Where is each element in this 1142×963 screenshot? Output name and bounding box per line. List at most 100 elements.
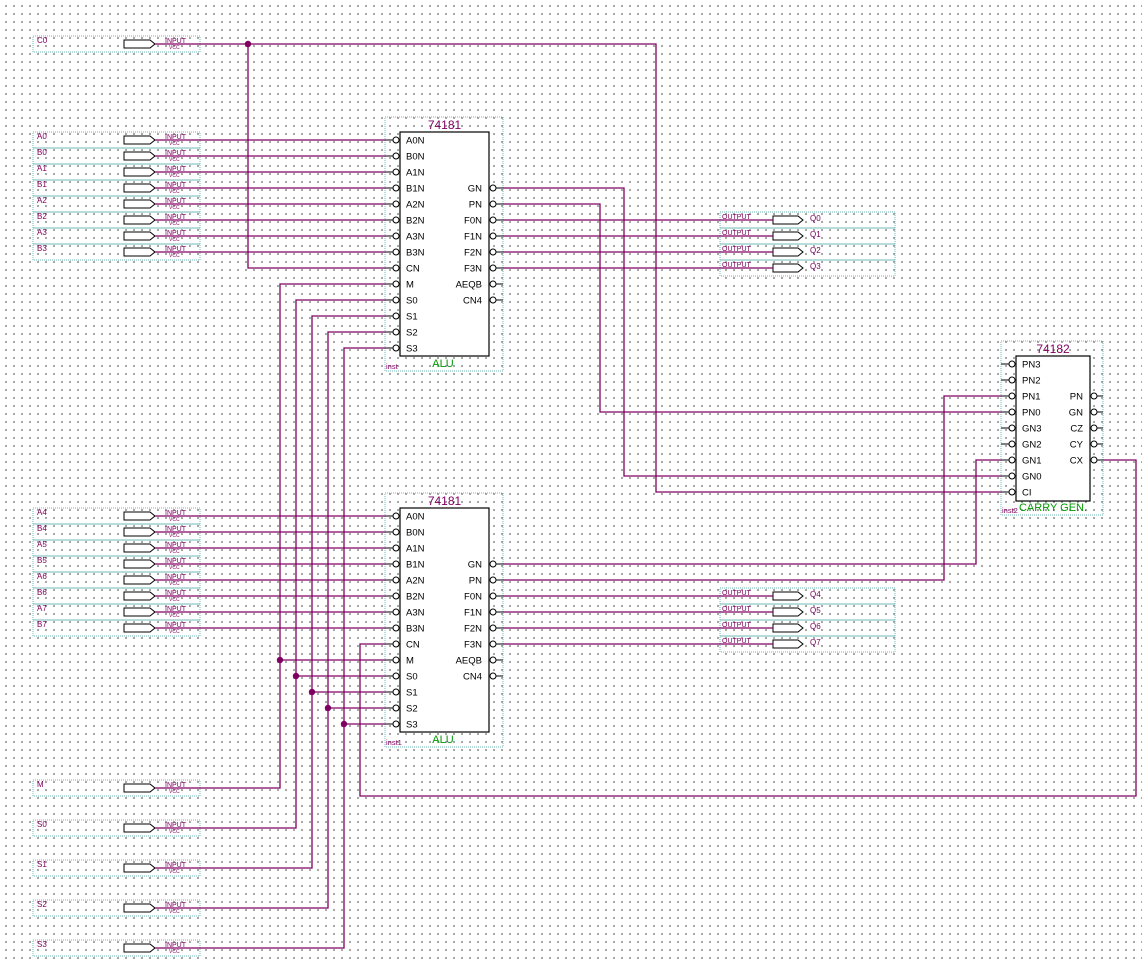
port-label-f2n: F2N bbox=[464, 624, 482, 635]
input-pin-symbol bbox=[123, 511, 156, 521]
port-label-b3n: B3N bbox=[406, 624, 425, 635]
port-label-pn: PN bbox=[469, 576, 482, 587]
input-pin-symbol bbox=[123, 135, 156, 145]
input-pin-s2[interactable]: S2 INPUTVCC bbox=[32, 899, 201, 917]
pin-name-label: Q1 bbox=[810, 230, 821, 239]
input-pin-a2[interactable]: A2 INPUTVCC bbox=[32, 195, 201, 213]
port-label-s0: S0 bbox=[406, 672, 418, 683]
input-pin-b1[interactable]: B1 INPUTVCC bbox=[32, 179, 201, 197]
pin-name-label: S0 bbox=[37, 820, 47, 829]
port-label-m: M bbox=[406, 656, 414, 667]
output-pin-symbol bbox=[772, 263, 804, 273]
input-pin-a5[interactable]: A5 INPUTVCC bbox=[32, 539, 201, 557]
inversion-bubble bbox=[1090, 440, 1098, 448]
output-pin-q4[interactable]: OUTPUT Q4 bbox=[719, 587, 896, 605]
input-pin-s1[interactable]: S1 INPUTVCC bbox=[32, 859, 201, 877]
input-pin-b0[interactable]: B0 INPUTVCC bbox=[32, 147, 201, 165]
carry-generator-chip[interactable]: 74182 CARRY GEN.inst2 PN3 PN2 PN1 PN0 GN3 GN2 GN… bbox=[1000, 340, 1104, 516]
inversion-bubble bbox=[392, 312, 400, 320]
input-pin-b6[interactable]: B6 INPUTVCC bbox=[32, 587, 201, 605]
port-label-b3n: B3N bbox=[406, 248, 425, 259]
port-label-a2n: A2N bbox=[406, 576, 425, 587]
wires-layer bbox=[200, 43, 1137, 949]
port-label-s3: S3 bbox=[406, 344, 418, 355]
input-pin-b5[interactable]: B5 INPUTVCC bbox=[32, 555, 201, 573]
wire bbox=[200, 315, 385, 869]
input-pin-symbol bbox=[123, 199, 156, 209]
output-pin-q2[interactable]: OUTPUT Q2 bbox=[719, 243, 896, 261]
input-pin-b3[interactable]: B3 INPUTVCC bbox=[32, 243, 201, 261]
input-pin-b4[interactable]: B4 INPUTVCC bbox=[32, 523, 201, 541]
output-pin-symbol bbox=[772, 215, 804, 225]
input-pin-symbol bbox=[123, 39, 156, 49]
pin-name-label: B5 bbox=[37, 556, 47, 565]
port-label-cn4: CN4 bbox=[463, 296, 482, 307]
input-pin-a4[interactable]: A4 INPUTVCC bbox=[32, 507, 201, 525]
input-pin-a1[interactable]: A1 INPUTVCC bbox=[32, 163, 201, 181]
input-pin-a7[interactable]: A7 INPUTVCC bbox=[32, 603, 201, 621]
pin-default-label: VCC bbox=[169, 909, 180, 915]
pin-name-label: Q0 bbox=[810, 214, 821, 223]
inversion-bubble bbox=[392, 544, 400, 552]
wire-junction-dot bbox=[340, 720, 348, 728]
port-label-m: M bbox=[406, 280, 414, 291]
port-label-cn: CN bbox=[406, 640, 420, 651]
pin-name-label: A0 bbox=[37, 132, 47, 141]
wire-junction-dot bbox=[276, 656, 284, 664]
input-pin-m[interactable]: M INPUTVCC bbox=[32, 779, 201, 797]
input-pin-a3[interactable]: A3 INPUTVCC bbox=[32, 227, 201, 245]
pin-name-label: A1 bbox=[37, 164, 47, 173]
port-label-b2n: B2N bbox=[406, 216, 425, 227]
input-pin-symbol bbox=[123, 151, 156, 161]
chip-part-number: 74182 bbox=[1036, 342, 1070, 356]
inversion-bubble bbox=[489, 232, 497, 240]
inversion-bubble bbox=[392, 720, 400, 728]
schematic-canvas[interactable]: C0 INPUTVCC A0 INPUTVCCB0 INPUTVCCA1 INPUTVCC… bbox=[0, 0, 1142, 963]
output-pin-symbol bbox=[772, 607, 804, 617]
output-pin-q1[interactable]: OUTPUT Q1 bbox=[719, 227, 896, 245]
input-pin-a6[interactable]: A6 INPUTVCC bbox=[32, 571, 201, 589]
input-pin-c0[interactable]: C0 INPUTVCC bbox=[32, 35, 201, 53]
input-pin-symbol bbox=[123, 607, 156, 617]
port-label-gn: GN bbox=[1069, 408, 1083, 419]
port-label-b0n: B0N bbox=[406, 152, 425, 163]
inversion-bubble bbox=[489, 184, 497, 192]
pin-default-label: VCC bbox=[169, 221, 180, 227]
inversion-bubble bbox=[489, 656, 497, 664]
inversion-bubble bbox=[392, 592, 400, 600]
output-pin-q3[interactable]: OUTPUT Q3 bbox=[719, 259, 896, 277]
wire bbox=[503, 187, 1001, 477]
input-pin-symbol bbox=[123, 591, 156, 601]
port-label-pn1: PN1 bbox=[1022, 392, 1040, 403]
inversion-bubble bbox=[1090, 392, 1098, 400]
inversion-bubble bbox=[1090, 456, 1098, 464]
pin-default-label: VCC bbox=[169, 157, 180, 163]
port-label-f0n: F0N bbox=[464, 216, 482, 227]
inversion-bubble bbox=[392, 280, 400, 288]
pin-name-label: Q2 bbox=[810, 246, 821, 255]
inversion-bubble bbox=[392, 184, 400, 192]
wire bbox=[200, 347, 385, 949]
inversion-bubble bbox=[392, 264, 400, 272]
port-label-pn3: PN3 bbox=[1022, 360, 1040, 371]
alu-chip-inst1[interactable]: 74181 ALU inst1 A0N B0N A1N B1N A2N B2N A3N B3N CN M… bbox=[384, 492, 504, 748]
output-pin-q5[interactable]: OUTPUT Q5 bbox=[719, 603, 896, 621]
input-pin-b7[interactable]: B7 INPUTVCC bbox=[32, 619, 201, 637]
input-pin-b2[interactable]: B2 INPUTVCC bbox=[32, 211, 201, 229]
output-pin-q6[interactable]: OUTPUT Q6 bbox=[719, 619, 896, 637]
output-pin-q7[interactable]: OUTPUT Q7 bbox=[719, 635, 896, 653]
alu-chip-inst[interactable]: 74181ALUinstA0NB0NA1NB1NA2NB2NA3NB3NCNMS… bbox=[384, 116, 504, 372]
pin-name-label: A3 bbox=[37, 228, 47, 237]
output-pin-q0[interactable]: OUTPUT Q0 bbox=[719, 211, 896, 229]
pin-default-label: VCC bbox=[169, 549, 180, 555]
pin-name-label: B2 bbox=[37, 212, 47, 221]
wire bbox=[503, 203, 1001, 413]
inversion-bubble bbox=[489, 200, 497, 208]
inversion-bubble bbox=[392, 576, 400, 584]
inversion-bubble bbox=[392, 328, 400, 336]
input-pin-s0[interactable]: S0 INPUTVCC bbox=[32, 819, 201, 837]
port-label-gn1: GN1 bbox=[1022, 456, 1042, 467]
port-label-gn: GN bbox=[468, 560, 482, 571]
input-pin-a0[interactable]: A0 INPUTVCC bbox=[32, 131, 201, 149]
input-pin-s3[interactable]: S3 INPUTVCC bbox=[32, 939, 201, 957]
